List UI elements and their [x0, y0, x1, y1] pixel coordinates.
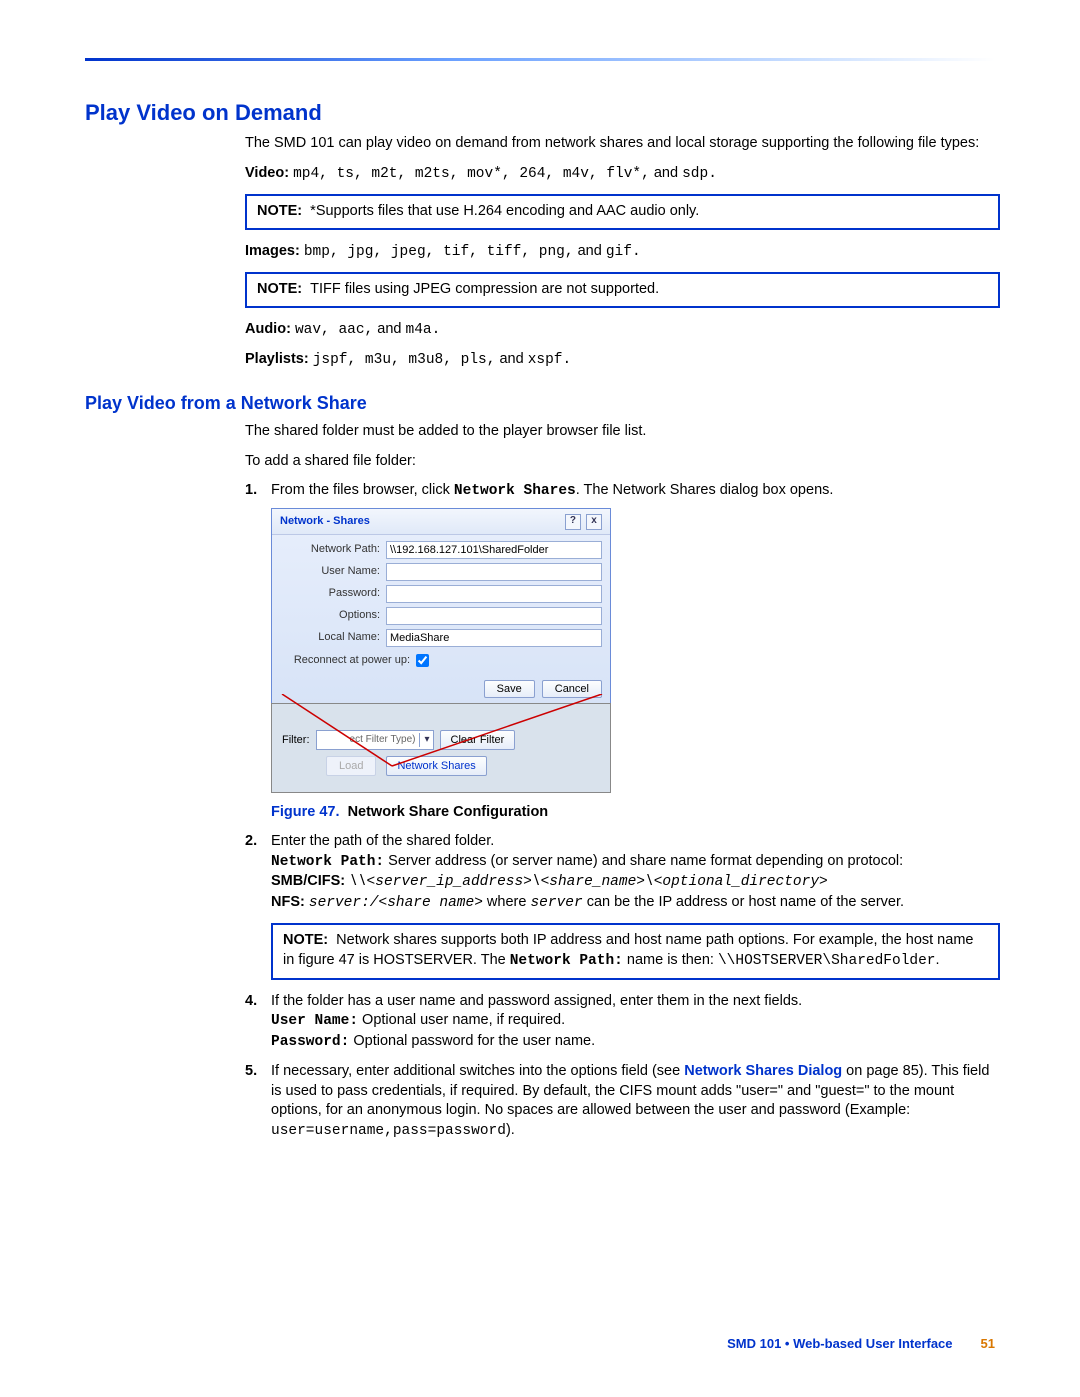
step-2: 2. Enter the path of the shared folder. …: [245, 832, 1000, 979]
network-path-input[interactable]: [386, 541, 602, 559]
network-path-label: Network Path:: [280, 542, 386, 557]
shared-folder-note: The shared folder must be added to the p…: [245, 422, 1000, 442]
close-icon[interactable]: x: [586, 514, 602, 530]
heading-play-video-on-demand: Play Video on Demand: [85, 100, 1000, 126]
filter-label: Filter:: [282, 733, 310, 748]
step-1: 1. From the files browser, click Network…: [245, 481, 1000, 822]
video-filetypes: Video: mp4, ts, m2t, m2ts, mov*, 264, m4…: [245, 164, 1000, 185]
page-top-rule: [85, 58, 995, 61]
images-filetypes: Images: bmp, jpg, jpeg, tif, tiff, png, …: [245, 242, 1000, 263]
reconnect-label: Reconnect at power up:: [280, 653, 416, 668]
save-button[interactable]: Save: [484, 680, 535, 698]
audio-filetypes: Audio: wav, aac, and m4a.: [245, 320, 1000, 341]
figure-caption: Figure 47. Network Share Configuration: [271, 803, 1000, 823]
page-footer: SMD 101 • Web-based User Interface51: [727, 1336, 995, 1351]
heading-play-from-network-share: Play Video from a Network Share: [85, 393, 1000, 414]
note-tiff: NOTE: TIFF files using JPEG compression …: [245, 272, 1000, 308]
network-shares-dialog: Network - Shares ? x Network Path:: [271, 508, 611, 707]
load-button[interactable]: Load: [326, 756, 376, 777]
dialog-title: Network - Shares: [280, 514, 370, 529]
options-input[interactable]: [386, 607, 602, 625]
step-4: 4. If the folder has a user name and pas…: [245, 992, 1000, 1053]
password-input[interactable]: [386, 585, 602, 603]
intro-paragraph: The SMD 101 can play video on demand fro…: [245, 134, 1000, 154]
figure-network-share-config: Network - Shares ? x Network Path:: [271, 508, 611, 793]
step-5: 5. If necessary, enter additional switch…: [245, 1062, 1000, 1141]
password-label: Password:: [280, 586, 386, 601]
local-name-input[interactable]: [386, 629, 602, 647]
clear-filter-button[interactable]: Clear Filter: [440, 730, 516, 751]
filter-select[interactable]: ect Filter Type) ▾: [316, 730, 434, 750]
chevron-down-icon: ▾: [419, 733, 429, 747]
cancel-button[interactable]: Cancel: [542, 680, 602, 698]
network-shares-button[interactable]: Network Shares: [386, 756, 486, 777]
playlists-filetypes: Playlists: jspf, m3u, m3u8, pls, and xsp…: [245, 350, 1000, 371]
to-add-intro: To add a shared file folder:: [245, 452, 1000, 472]
note-hostname: NOTE: Network shares supports both IP ad…: [271, 923, 1000, 979]
local-name-label: Local Name:: [280, 630, 386, 645]
help-icon[interactable]: ?: [565, 514, 581, 530]
browser-panel: Filter: ect Filter Type) ▾ Clear Filter …: [271, 703, 611, 793]
username-label: User Name:: [280, 564, 386, 579]
note-h264: NOTE: *Supports files that use H.264 enc…: [245, 194, 1000, 230]
username-input[interactable]: [386, 563, 602, 581]
options-label: Options:: [280, 608, 386, 623]
reconnect-checkbox[interactable]: [416, 654, 429, 667]
network-shares-dialog-link[interactable]: Network Shares Dialog: [684, 1063, 842, 1079]
